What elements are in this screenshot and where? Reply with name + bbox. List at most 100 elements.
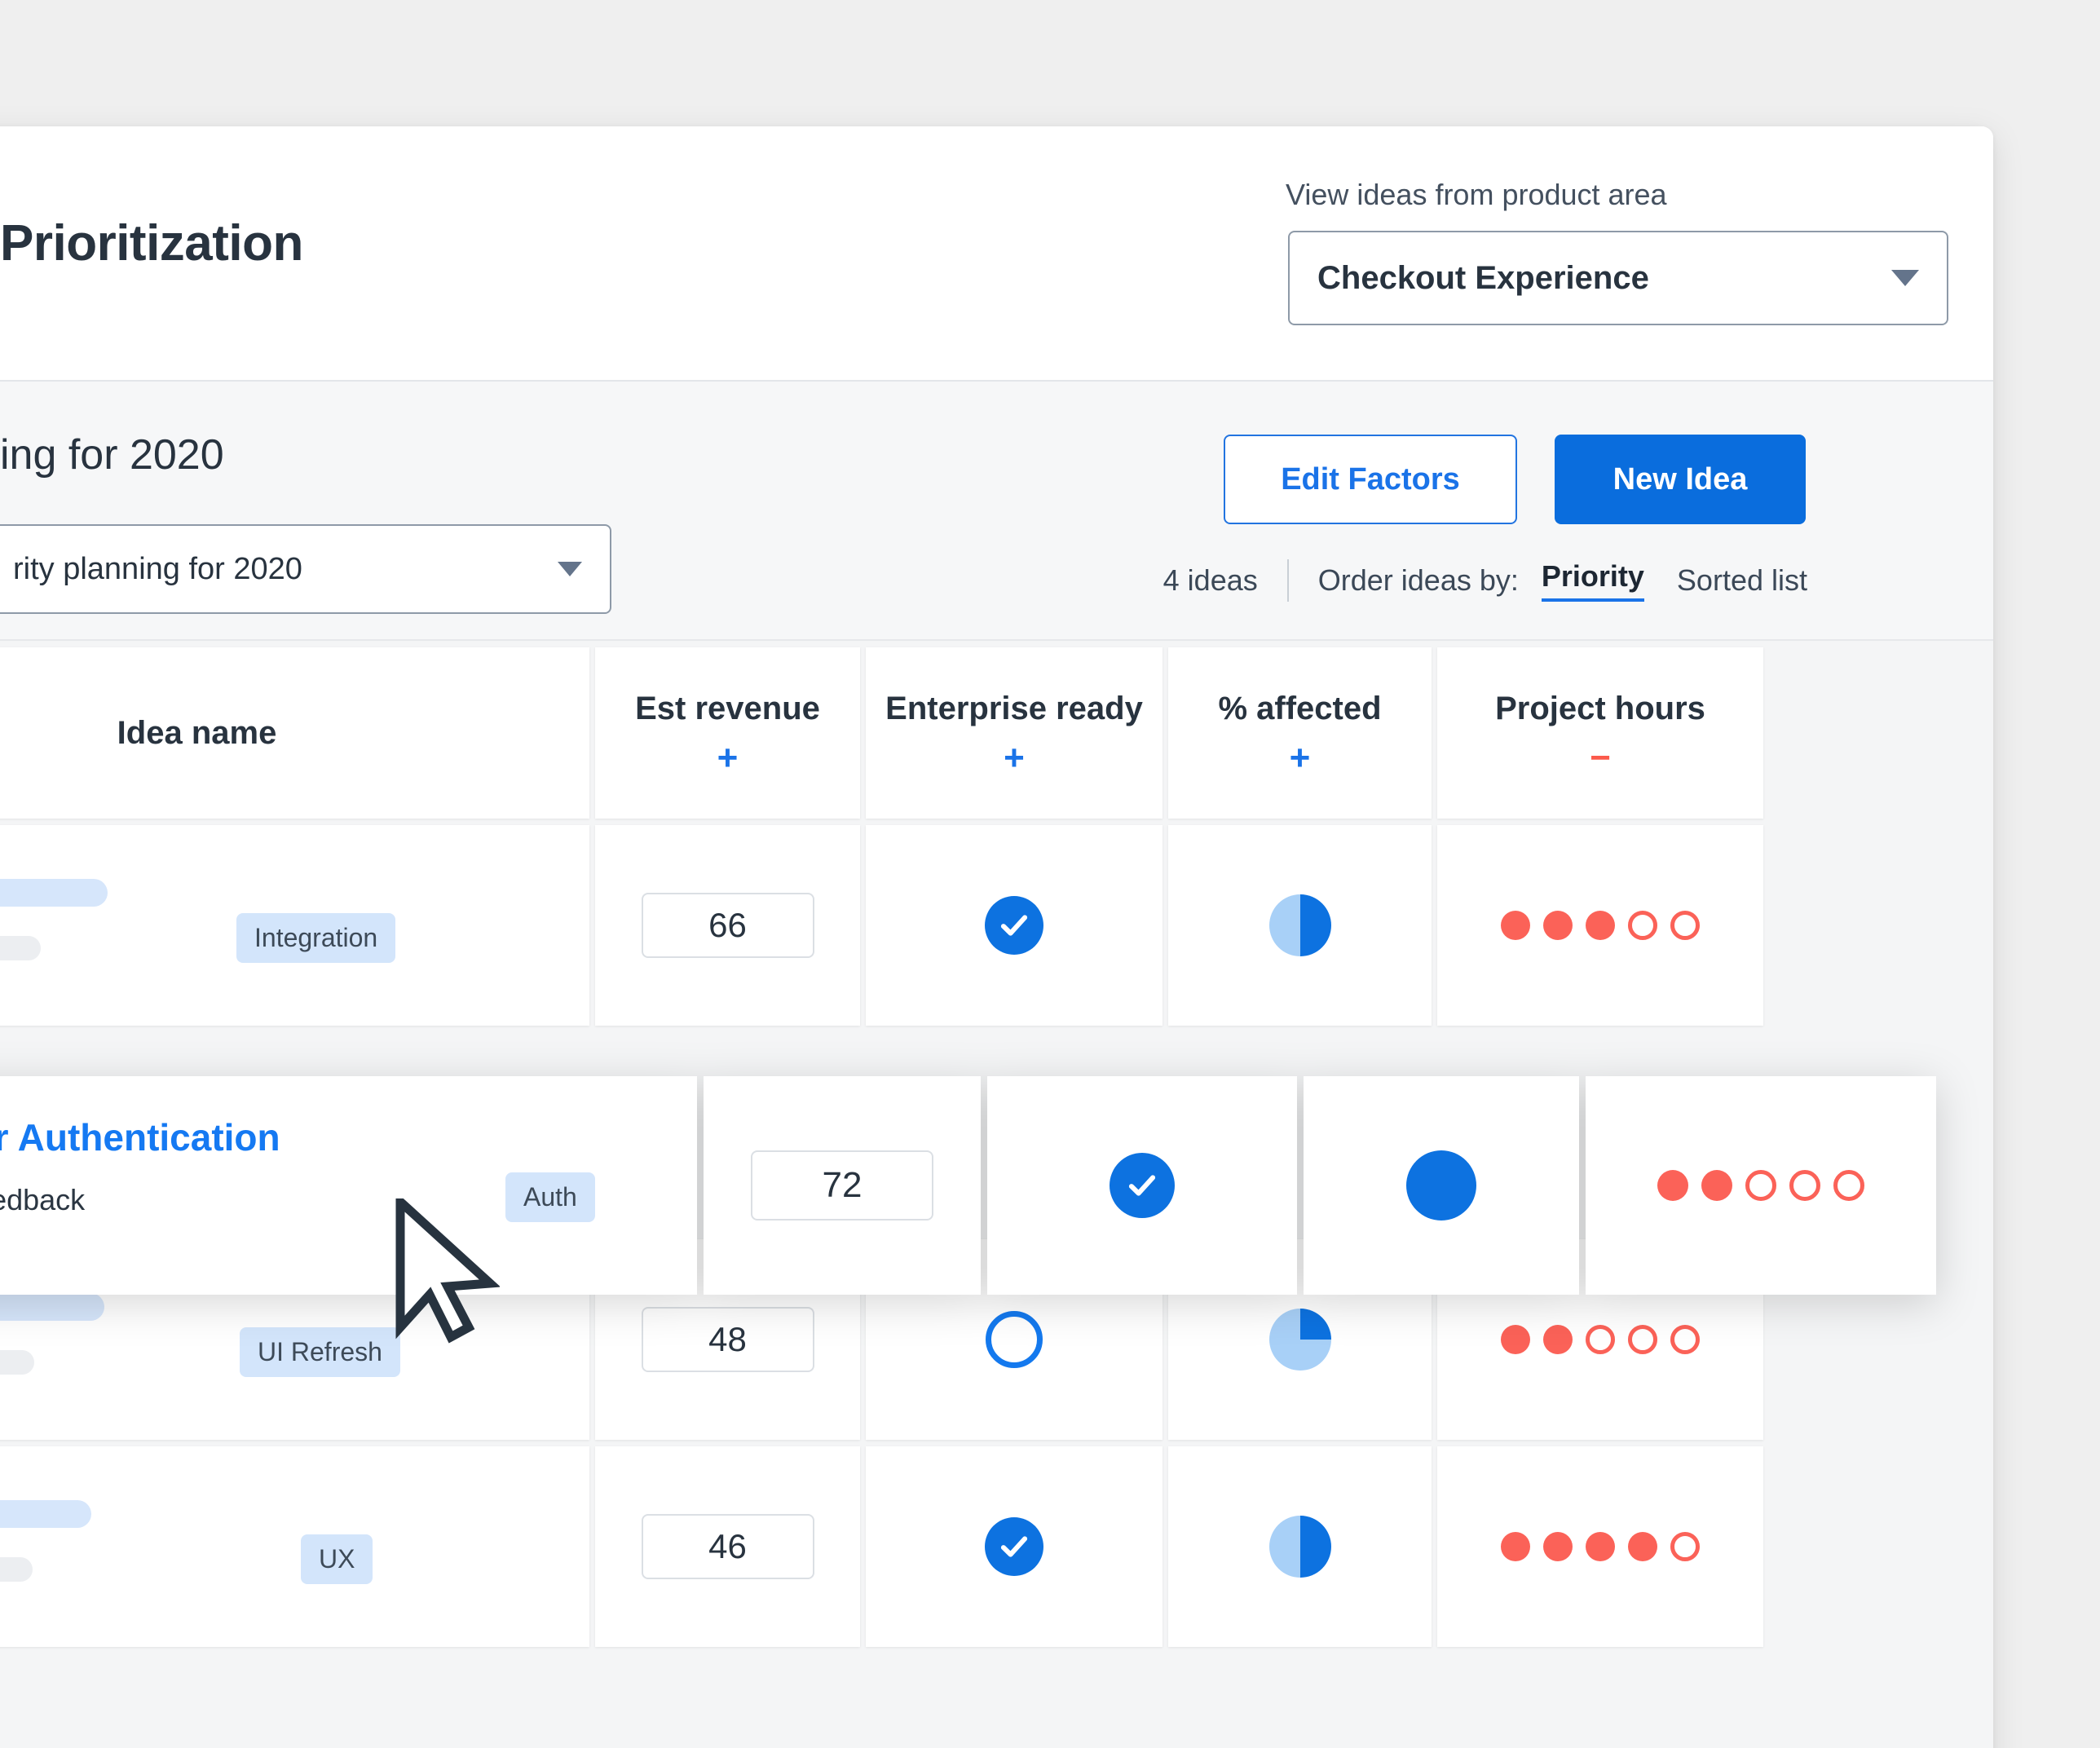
sub-header: ing for 2020 rity planning for 2020 Edit… [0,382,1993,641]
idea-subtitle: es of feedback [0,1183,86,1216]
dot-filled-icon [1657,1170,1688,1201]
dot-filled-icon [1501,911,1530,940]
pie-chart-icon [1268,894,1331,956]
project-hours-dots [1657,1170,1864,1201]
dot-filled-icon [1543,1532,1573,1561]
pie-chart-icon [1268,1309,1331,1371]
idea-name-cell[interactable]: Factor Authentication es of feedback Aut… [0,1076,697,1295]
table-row[interactable]: Integration 66 [0,825,1993,1026]
column-header-enterprise-ready[interactable]: Enterprise ready + [866,647,1162,819]
percent-affected-cell[interactable] [1168,825,1432,1026]
percent-affected-cell[interactable] [1304,1076,1579,1295]
dot-empty-icon [1670,1532,1700,1561]
plan-select[interactable]: rity planning for 2020 [0,524,611,614]
column-header-est-revenue[interactable]: Est revenue + [595,647,860,819]
column-header-percent-affected[interactable]: % affected + [1168,647,1432,819]
dot-empty-icon [1833,1170,1864,1201]
dot-empty-icon [1628,911,1657,940]
project-hours-dots [1501,911,1700,940]
idea-tag[interactable]: UI Refresh [240,1327,400,1377]
dot-filled-icon [1543,911,1573,940]
project-hours-cell[interactable] [1437,1446,1763,1647]
ideas-count: 4 ideas [1162,563,1258,597]
chevron-down-icon [558,562,582,576]
dot-filled-icon [1628,1532,1657,1561]
est-revenue-value[interactable]: 46 [641,1514,814,1579]
idea-tag[interactable]: Integration [236,913,396,963]
dot-empty-icon [1670,1325,1700,1354]
dot-filled-icon [1586,911,1615,940]
idea-name-placeholder [0,879,108,907]
plan-value: rity planning for 2020 [13,551,302,586]
est-revenue-cell[interactable]: 46 [595,1446,860,1647]
minus-icon: − [1590,737,1611,778]
project-hours-dots [1501,1325,1700,1354]
new-idea-button[interactable]: New Idea [1555,435,1806,524]
edit-factors-button[interactable]: Edit Factors [1224,435,1517,524]
dot-empty-icon [1628,1325,1657,1354]
est-revenue-value[interactable]: 72 [751,1150,933,1221]
product-area-select[interactable]: Checkout Experience [1288,231,1948,325]
dot-filled-icon [1501,1325,1530,1354]
column-label: Idea name [117,714,277,751]
check-circle-icon [985,1517,1043,1576]
check-circle-icon [1110,1153,1175,1218]
idea-subtitle-placeholder [0,1350,34,1375]
dot-filled-icon [1543,1325,1573,1354]
table-row[interactable]: UX 46 [0,1446,1993,1647]
idea-name-cell[interactable]: UX [0,1446,589,1647]
table-row-highlighted[interactable]: Factor Authentication es of feedback Aut… [0,1076,1936,1295]
pie-chart-icon [1406,1150,1476,1221]
dot-empty-icon [1789,1170,1820,1201]
page-title: Prioritization [0,215,303,271]
product-area-label: View ideas from product area [1286,178,1667,211]
dot-empty-icon [1670,911,1700,940]
column-header-idea-name[interactable]: Idea name [0,647,589,819]
idea-name-placeholder [0,1500,91,1528]
column-header-project-hours[interactable]: Project hours − [1437,647,1763,819]
idea-subtitle-placeholder [0,1557,33,1582]
meta-divider [1286,559,1289,602]
idea-name-placeholder [0,1293,104,1321]
action-buttons: Edit Factors New Idea [1224,435,1806,524]
table-header-row: Idea name Est revenue + Enterprise ready… [0,647,1993,819]
enterprise-ready-cell[interactable] [866,1446,1162,1647]
plus-icon: + [717,737,739,778]
product-area-value: Checkout Experience [1317,259,1649,296]
enterprise-ready-cell[interactable] [987,1076,1297,1295]
plus-icon: + [1004,737,1025,778]
column-label: Enterprise ready [885,690,1143,726]
project-hours-dots [1501,1532,1700,1561]
column-label: Est revenue [635,690,820,726]
dot-filled-icon [1701,1170,1732,1201]
est-revenue-cell[interactable]: 66 [595,825,860,1026]
project-hours-cell[interactable] [1437,825,1763,1026]
idea-tag[interactable]: Auth [505,1172,595,1222]
sort-tab-sorted-list[interactable]: Sorted list [1677,563,1807,598]
idea-name-link[interactable]: Factor Authentication [0,1115,280,1159]
project-hours-cell[interactable] [1586,1076,1936,1295]
dot-filled-icon [1501,1532,1530,1561]
top-bar: Prioritization View ideas from product a… [0,126,1993,382]
column-label: Project hours [1495,690,1705,726]
est-revenue-value[interactable]: 66 [641,893,814,958]
screen: Prioritization View ideas from product a… [0,0,2100,1748]
pie-chart-icon [1268,1516,1331,1578]
dot-empty-icon [1745,1170,1776,1201]
column-label: % affected [1218,690,1382,726]
dot-empty-icon [1586,1325,1615,1354]
prioritization-card: Prioritization View ideas from product a… [0,126,1993,1748]
est-revenue-value[interactable]: 48 [641,1307,814,1372]
check-circle-icon [985,896,1043,955]
percent-affected-cell[interactable] [1168,1446,1432,1647]
order-by-label: Order ideas by: [1317,563,1519,597]
idea-tag[interactable]: UX [301,1534,373,1584]
dot-filled-icon [1586,1532,1615,1561]
est-revenue-cell[interactable]: 72 [704,1076,981,1295]
chevron-down-icon [1891,270,1919,286]
mouse-pointer-icon [394,1191,501,1349]
list-meta-row: 4 ideas Order ideas by: Priority Sorted … [1163,559,1807,602]
sort-tab-priority[interactable]: Priority [1541,559,1644,602]
enterprise-ready-cell[interactable] [866,825,1162,1026]
idea-name-cell[interactable]: Integration [0,825,589,1026]
